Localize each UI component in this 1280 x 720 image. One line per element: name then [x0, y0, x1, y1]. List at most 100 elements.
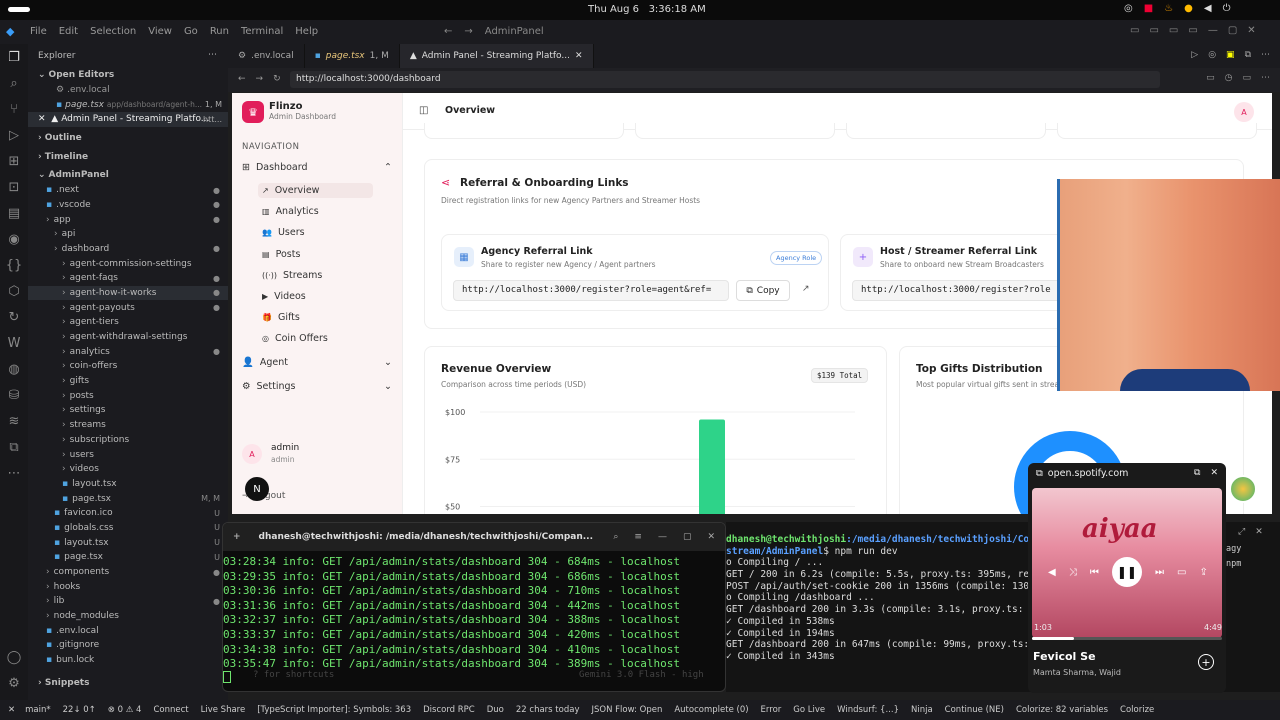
- tree-item[interactable]: ▪ .vscode ●: [28, 198, 228, 213]
- header-avatar[interactable]: A: [1234, 102, 1254, 122]
- explorer-icon[interactable]: ❐: [0, 44, 28, 70]
- mic-icon[interactable]: ●: [1184, 3, 1193, 14]
- tree-item[interactable]: › app ●: [28, 212, 228, 227]
- box-icon[interactable]: ⬡: [0, 278, 28, 304]
- status-item[interactable]: Continue (NE): [945, 705, 1004, 715]
- forward-icon[interactable]: →: [256, 74, 264, 84]
- menu-item-file[interactable]: File: [30, 26, 47, 37]
- tree-item[interactable]: ▪ page.tsx U: [28, 550, 228, 565]
- nav-controls[interactable]: ← → ↻: [238, 74, 281, 84]
- webcam-overlay[interactable]: [1057, 179, 1280, 391]
- status-item[interactable]: Colorize: 82 variables: [1016, 705, 1108, 715]
- tree-item[interactable]: › dashboard ●: [28, 242, 228, 257]
- status-item[interactable]: ⊗ 0 ⚠ 4: [108, 705, 142, 715]
- clock[interactable]: Thu Aug 6 3:36:18 AM: [588, 4, 706, 15]
- remote-indicator[interactable]: ✕: [8, 705, 15, 715]
- previous-icon[interactable]: ⏮: [1090, 567, 1099, 578]
- tree-item[interactable]: ▪ bun.lock: [28, 653, 228, 668]
- outline-header[interactable]: › Outline: [28, 131, 228, 146]
- tree-item[interactable]: › subscriptions: [28, 433, 228, 448]
- status-item[interactable]: Go Live: [793, 705, 825, 715]
- pip-controls[interactable]: ⧉ ✕: [1194, 468, 1218, 478]
- tree-item[interactable]: ▪ layout.tsx: [28, 477, 228, 492]
- tab-env-local[interactable]: ⚙ .env.local: [228, 44, 305, 68]
- more-icon[interactable]: ⋯: [0, 460, 28, 486]
- tree-item[interactable]: › analytics ●: [28, 344, 228, 359]
- menu-item-run[interactable]: Run: [210, 26, 229, 37]
- plugin-icon[interactable]: ⧉: [0, 434, 28, 460]
- reload-icon[interactable]: ↻: [273, 74, 281, 84]
- status-item[interactable]: Discord RPC: [423, 705, 475, 715]
- tree-item[interactable]: › node_modules: [28, 609, 228, 624]
- layers-icon[interactable]: ≋: [0, 408, 28, 434]
- status-item[interactable]: Connect: [153, 705, 188, 715]
- tree-item[interactable]: ▪ layout.tsx U: [28, 535, 228, 550]
- record-icon[interactable]: ■: [1144, 3, 1153, 14]
- codeium-icon[interactable]: ◍: [0, 356, 28, 382]
- account-icon[interactable]: ◯: [0, 644, 28, 670]
- nav-users[interactable]: 👥 Users: [258, 225, 373, 240]
- pause-button[interactable]: ❚❚: [1111, 557, 1142, 587]
- tree-item[interactable]: › coin-offers: [28, 359, 228, 374]
- tree-item[interactable]: › agent-payouts ●: [28, 300, 228, 315]
- volume-icon[interactable]: ◀: [1204, 3, 1212, 14]
- back-icon[interactable]: ←: [444, 26, 452, 37]
- status-item[interactable]: Error: [761, 705, 782, 715]
- external-link-icon[interactable]: ↗: [802, 284, 810, 294]
- agency-url-field[interactable]: http://localhost:3000/register?role=agen…: [453, 280, 729, 301]
- status-item[interactable]: 22↓ 0↑: [63, 705, 96, 715]
- copy-button[interactable]: ⧉ Copy: [736, 280, 790, 301]
- tree-item[interactable]: › streams: [28, 418, 228, 433]
- tree-item[interactable]: › agent-faqs ●: [28, 271, 228, 286]
- nav-dashboard[interactable]: ⊞ Dashboard ⌃: [242, 162, 392, 173]
- windsurf-icon[interactable]: W: [0, 330, 28, 356]
- menu-item-edit[interactable]: Edit: [59, 26, 78, 37]
- menu-item-terminal[interactable]: Terminal: [241, 26, 283, 37]
- add-to-library-icon[interactable]: +: [1198, 654, 1214, 670]
- terminal-tab-agy[interactable]: agy: [1226, 544, 1241, 554]
- manage-gear-icon[interactable]: ⚙: [0, 670, 28, 696]
- timeline-header[interactable]: › Timeline: [28, 149, 228, 164]
- tree-item[interactable]: › hooks: [28, 579, 228, 594]
- url-input[interactable]: http://localhost:3000/dashboard: [290, 71, 1160, 88]
- spotify-mini-player[interactable]: ⧉ open.spotify.com ⧉ ✕ aiyaa ◀ ⤨ ⏮ ❚❚ ⏭ ▭ ⇪ 1:…: [1028, 463, 1226, 693]
- explorer-more-icon[interactable]: ⋯: [208, 50, 217, 60]
- status-item[interactable]: Windsurf: {...}: [837, 705, 899, 715]
- open-editor-admin-panel[interactable]: ✕ ▲ Admin Panel - Streaming Platfo... htt…: [28, 112, 228, 127]
- nav-settings[interactable]: ⚙ Settings ⌄: [242, 381, 392, 392]
- tree-item[interactable]: ▪ .gitignore: [28, 638, 228, 653]
- terminal-controls[interactable]: ⌕ ≡ — ▢ ✕: [613, 532, 715, 542]
- nextjs-dev-icon[interactable]: N: [245, 477, 269, 501]
- run-debug-icon[interactable]: ▷: [0, 122, 28, 148]
- tree-item[interactable]: › agent-tiers: [28, 315, 228, 330]
- tree-item[interactable]: › agent-commission-settings: [28, 256, 228, 271]
- tree-item[interactable]: › gifts: [28, 374, 228, 389]
- tree-item[interactable]: › api: [28, 227, 228, 242]
- tab-admin-panel[interactable]: ▲ Admin Panel - Streaming Platfo... ✕: [399, 44, 594, 68]
- status-item[interactable]: 22 chars today: [516, 705, 580, 715]
- floating-terminal[interactable]: + dhanesh@techwithjoshi: /media/dhanesh/…: [222, 522, 726, 692]
- browser-actions[interactable]: ▭ ◷ ▭ ⋯: [1206, 73, 1270, 83]
- extensions-icon[interactable]: ⊞: [0, 148, 28, 174]
- tree-item[interactable]: ▪ globals.css U: [28, 521, 228, 536]
- tree-item[interactable]: › users: [28, 447, 228, 462]
- tree-item[interactable]: › lib ●: [28, 594, 228, 609]
- status-item[interactable]: Live Share: [201, 705, 246, 715]
- status-item[interactable]: JSON Flow: Open: [591, 705, 662, 715]
- forward-icon[interactable]: →: [464, 26, 472, 37]
- nav-agent[interactable]: 👤 Agent ⌄: [242, 357, 392, 368]
- status-item[interactable]: Colorize: [1120, 705, 1154, 715]
- database-icon[interactable]: ⛁: [0, 382, 28, 408]
- tree-item[interactable]: › videos: [28, 462, 228, 477]
- open-editor-env[interactable]: ⚙ .env.local: [28, 83, 228, 98]
- tree-item[interactable]: ▪ page.tsx M, M: [28, 491, 228, 506]
- tree-item[interactable]: ▪ .next ●: [28, 183, 228, 198]
- menu-item-help[interactable]: Help: [295, 26, 318, 37]
- status-item[interactable]: [TypeScript Importer]: Symbols: 363: [257, 705, 411, 715]
- user-avatar[interactable]: A: [242, 444, 262, 464]
- chrome-icon[interactable]: ◎: [1124, 3, 1133, 14]
- extension-avatar[interactable]: [1229, 475, 1257, 503]
- nav-overview[interactable]: ↗ Overview: [258, 183, 373, 198]
- share-icon[interactable]: ⇪: [1200, 567, 1208, 578]
- live-share-icon[interactable]: ↻: [0, 304, 28, 330]
